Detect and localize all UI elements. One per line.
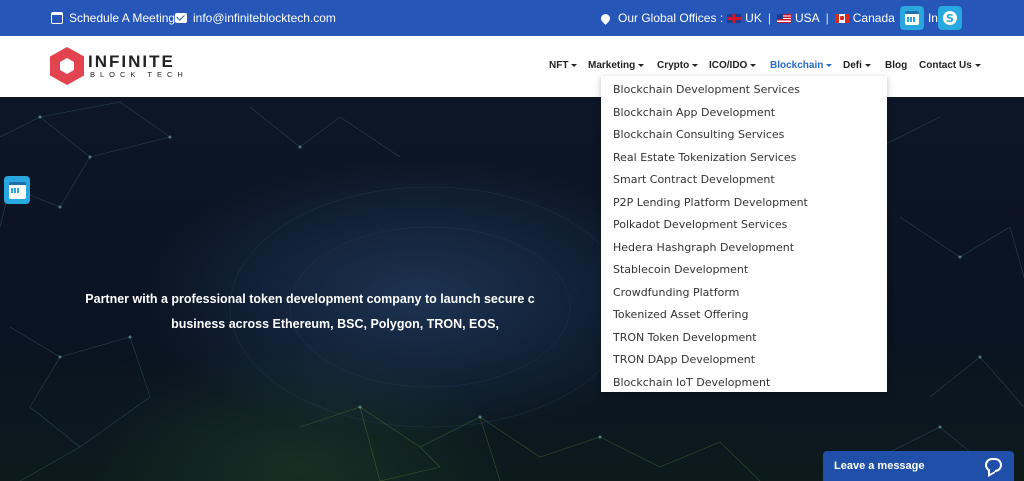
dropdown-item-real-estate-tokenization[interactable]: Real Estate Tokenization Services xyxy=(601,147,887,170)
logo-name: INFINITE xyxy=(88,52,175,71)
nav-item-blockchain[interactable]: Blockchain xyxy=(770,60,833,71)
chat-bubble-icon xyxy=(985,458,1002,472)
location-pin-icon xyxy=(599,11,612,25)
email-label: info@infiniteblocktech.com xyxy=(193,11,336,25)
calendar-icon xyxy=(8,181,26,199)
caret-down-icon xyxy=(974,64,981,67)
nav-item-crypto[interactable]: Crypto xyxy=(657,60,699,71)
usa-flag-icon xyxy=(776,13,791,23)
nav-item-defi[interactable]: Defi xyxy=(843,60,871,71)
office-usa[interactable]: USA xyxy=(795,11,820,25)
nav-item-blog[interactable]: Blog xyxy=(885,60,907,71)
dropdown-item-crowdfunding-platform[interactable]: Crowdfunding Platform xyxy=(601,282,887,305)
blockchain-dropdown-menu: Blockchain Development Services Blockcha… xyxy=(601,76,887,392)
dropdown-item-tokenized-asset-offering[interactable]: Tokenized Asset Offering xyxy=(601,304,887,327)
caret-down-icon xyxy=(864,64,871,67)
canada-flag-icon xyxy=(834,13,849,23)
top-bar: Schedule A Meeting info@infiniteblocktec… xyxy=(0,0,1024,36)
mail-icon xyxy=(175,13,187,23)
dropdown-item-smart-contract-development[interactable]: Smart Contract Development xyxy=(601,169,887,192)
leave-message-label: Leave a message xyxy=(834,460,925,472)
office-uk[interactable]: UK xyxy=(745,11,762,25)
nav-item-nft[interactable]: NFT xyxy=(549,60,578,71)
calendar-icon xyxy=(905,11,919,25)
dropdown-item-tron-dapp-development[interactable]: TRON DApp Development xyxy=(601,349,887,372)
dropdown-item-blockchain-app-development[interactable]: Blockchain App Development xyxy=(601,102,887,125)
site-logo[interactable]: INFINITE BLOCK TECH xyxy=(50,47,188,85)
skype-button[interactable]: S xyxy=(938,6,962,30)
nav-item-ico-ido[interactable]: ICO/IDO xyxy=(709,60,757,71)
dropdown-item-blockchain-iot-development[interactable]: Blockchain IoT Development xyxy=(601,372,887,395)
caret-down-icon xyxy=(826,64,833,67)
dropdown-item-blockchain-development-services[interactable]: Blockchain Development Services xyxy=(601,79,887,102)
uk-flag-icon xyxy=(727,13,742,23)
dropdown-item-polkadot-development[interactable]: Polkadot Development Services xyxy=(601,214,887,237)
email-link[interactable]: info@infiniteblocktech.com xyxy=(175,0,336,36)
dropdown-item-blockchain-consulting-services[interactable]: Blockchain Consulting Services xyxy=(601,124,887,147)
logo-hexagon-icon xyxy=(50,47,84,85)
caret-down-icon xyxy=(692,64,699,67)
calendar-button[interactable] xyxy=(900,6,924,30)
separator: | xyxy=(825,11,829,25)
caret-down-icon xyxy=(750,64,757,67)
dropdown-item-hedera-hashgraph[interactable]: Hedera Hashgraph Development xyxy=(601,237,887,260)
offices-label: Our Global Offices : xyxy=(618,11,724,25)
leave-message-widget[interactable]: Leave a message xyxy=(823,451,1014,481)
office-canada[interactable]: Canada xyxy=(853,11,895,25)
schedule-meeting-label: Schedule A Meeting xyxy=(69,11,176,25)
nav-item-marketing[interactable]: Marketing xyxy=(588,60,645,71)
dropdown-item-tron-token-development[interactable]: TRON Token Development xyxy=(601,327,887,350)
dropdown-item-p2p-lending-platform[interactable]: P2P Lending Platform Development xyxy=(601,192,887,215)
dropdown-item-stablecoin-development[interactable]: Stablecoin Development xyxy=(601,259,887,282)
nav-item-contact-us[interactable]: Contact Us xyxy=(919,60,981,71)
caret-down-icon xyxy=(571,64,578,67)
schedule-meeting-link[interactable]: Schedule A Meeting xyxy=(51,0,175,36)
side-calendar-button[interactable] xyxy=(4,176,30,204)
skype-icon: S xyxy=(943,11,957,25)
caret-down-icon xyxy=(638,64,645,67)
logo-tagline: BLOCK TECH xyxy=(90,70,188,79)
calendar-icon xyxy=(51,12,63,24)
separator: | xyxy=(767,11,771,25)
